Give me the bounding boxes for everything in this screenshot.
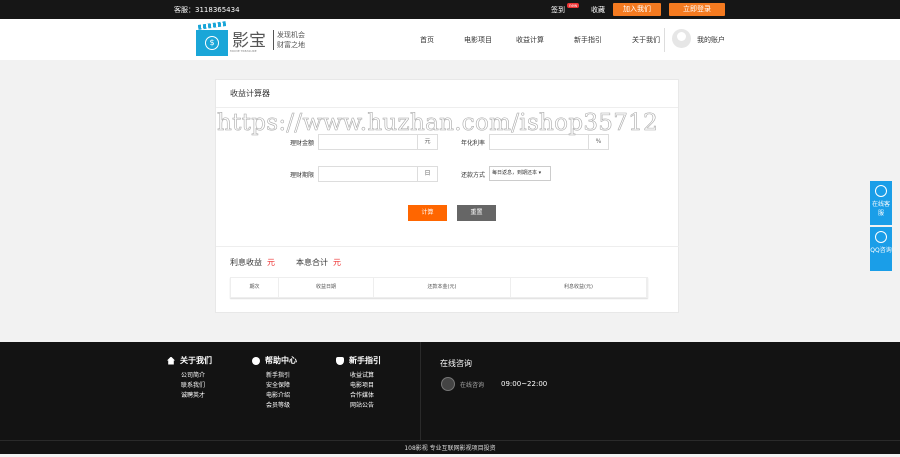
new-badge: new	[567, 2, 580, 8]
separator	[216, 246, 679, 247]
online-service-button[interactable]: 在线客服	[870, 181, 892, 225]
clapperboard-icon: $	[196, 30, 228, 56]
nav-movie-projects[interactable]: 电影项目	[464, 35, 492, 45]
shield-icon	[336, 356, 344, 365]
rate-label: 年化利率	[461, 140, 486, 147]
footer-link[interactable]: 新手指引	[266, 371, 297, 381]
watermark: https://www.huzhan.com/ishop35712	[217, 110, 659, 137]
footer-link[interactable]: 诚聘英才	[181, 391, 212, 401]
interest-summary: 利息收益元	[230, 257, 275, 268]
col-period: 期次	[231, 278, 279, 297]
divider	[420, 342, 421, 440]
amount-unit: 元	[417, 135, 437, 149]
online-service-label: 在线客服	[871, 201, 890, 217]
rate-unit: %	[588, 135, 608, 149]
interest-label: 利息收益	[230, 258, 262, 267]
footer-bottom: 108影视 专业互联网影视项目投资	[0, 440, 900, 454]
nav-home[interactable]: 首页	[420, 35, 434, 45]
sign-in-label: 签到	[551, 5, 565, 14]
slogan-line: 财富之地	[277, 41, 305, 49]
calculator-card: 收益计算器 理财金额 元 年化利率 % 理财期限 日 还款方式 每日返息，到期还…	[215, 79, 679, 313]
footer-link[interactable]: 电影介绍	[266, 391, 297, 401]
col-interest: 利息收益(元)	[511, 278, 647, 297]
service-hours: 09:00~22:00	[501, 380, 548, 388]
customer-service-phone: 客服：3118365434	[174, 6, 240, 14]
my-account-link[interactable]: 我的账户	[697, 35, 725, 45]
qq-label: QQ咨询	[870, 247, 892, 254]
login-button[interactable]: 立即登录	[669, 3, 725, 16]
footer-heading: 关于我们	[180, 356, 212, 365]
total-label: 本息合计	[296, 258, 328, 267]
footer-about: 关于我们 公司简介 联系我们 诚聘英才	[167, 355, 212, 401]
footer-link[interactable]: 网站公告	[350, 401, 381, 411]
term-unit: 日	[417, 167, 437, 181]
repay-label: 还款方式	[461, 172, 486, 179]
slogan-line: 发现机会	[277, 31, 305, 39]
favorite-link[interactable]: 收藏	[591, 5, 605, 15]
header: $ 影宝 MOVIE TREASURE 发现机会财富之地 首页 电影项目 收益计…	[0, 19, 900, 60]
col-date: 收益日期	[279, 278, 374, 297]
footer-heading: 帮助中心	[265, 356, 297, 365]
total-unit: 元	[333, 258, 341, 267]
footer-link[interactable]: 收益试算	[350, 371, 381, 381]
qq-icon	[875, 231, 887, 243]
main-nav: 首页 电影项目 收益计算 新手指引 关于我们	[420, 35, 690, 45]
join-button[interactable]: 加入我们	[613, 3, 661, 16]
top-bar: 客服：3118365434 签到 new 收藏 加入我们 立即登录	[0, 0, 900, 19]
chat-icon	[441, 377, 455, 391]
schedule-table-header: 期次 收益日期 还款本金(元) 利息收益(元)	[230, 277, 648, 298]
amount-label: 理财金额	[290, 140, 315, 147]
interest-unit: 元	[267, 258, 275, 267]
person-icon	[875, 185, 887, 197]
repay-select[interactable]: 每日返息，到期还本 ▾	[489, 166, 551, 181]
col-principal: 还款本金(元)	[374, 278, 511, 297]
calculate-button[interactable]: 计算	[408, 205, 447, 221]
online-chat-label: 在线咨询	[460, 381, 485, 389]
footer-guide: 新手指引 收益试算 电影项目 合作媒体 网站公告	[336, 355, 381, 411]
nav-calculator[interactable]: 收益计算	[516, 35, 544, 45]
logo-name: 影宝	[232, 31, 266, 51]
term-label: 理财期限	[290, 172, 315, 179]
footer-link[interactable]: 电影项目	[350, 381, 381, 391]
slogan: 发现机会 财富之地	[273, 30, 305, 50]
online-title: 在线咨询	[440, 359, 472, 368]
footer-heading: 新手指引	[349, 356, 381, 365]
repay-value: 每日返息，到期还本	[492, 170, 538, 176]
footer-link[interactable]: 会员等级	[266, 401, 297, 411]
footer-link[interactable]: 公司简介	[181, 371, 212, 381]
nav-guide[interactable]: 新手指引	[574, 35, 602, 45]
qq-button[interactable]: QQ咨询	[870, 227, 892, 271]
total-summary: 本息合计元	[296, 257, 341, 268]
home-icon	[167, 356, 175, 365]
footer-link[interactable]: 联系我们	[181, 381, 212, 391]
reset-button[interactable]: 重置	[457, 205, 496, 221]
footer: 关于我们 公司简介 联系我们 诚聘英才 帮助中心 新手指引 安全保障 电影介绍 会员等级 …	[0, 342, 900, 454]
sign-in-link[interactable]: 签到 new	[551, 2, 580, 15]
logo-english: MOVIE TREASURE	[230, 49, 257, 53]
footer-link[interactable]: 安全保障	[266, 381, 297, 391]
footer-link[interactable]: 合作媒体	[350, 391, 381, 401]
divider	[664, 28, 665, 52]
footer-help: 帮助中心 新手指引 安全保障 电影介绍 会员等级	[252, 355, 297, 411]
calculator-title: 收益计算器	[216, 80, 678, 108]
amount-field[interactable]: 元	[318, 134, 438, 150]
avatar[interactable]	[672, 29, 691, 48]
logo[interactable]: $ 影宝 MOVIE TREASURE 发现机会财富之地	[196, 22, 306, 56]
question-icon	[252, 356, 260, 365]
nav-about[interactable]: 关于我们	[632, 35, 660, 45]
online-chat[interactable]: 在线咨询 09:00~22:00	[441, 377, 547, 391]
rate-field[interactable]: %	[489, 134, 609, 150]
term-field[interactable]: 日	[318, 166, 438, 182]
